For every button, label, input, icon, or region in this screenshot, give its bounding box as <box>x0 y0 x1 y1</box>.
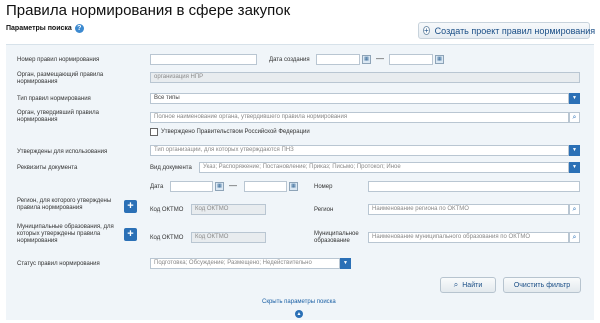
clear-filter-label: Очистить фильтр <box>513 281 571 289</box>
region-label: Регион, для которого утверждены правила … <box>17 198 112 211</box>
rule-type-select[interactable]: Все типы <box>150 93 569 104</box>
calendar-icon[interactable]: ▦ <box>289 182 298 191</box>
calendar-icon[interactable]: ▦ <box>215 182 224 191</box>
doc-type-label: Вид документа <box>150 165 192 171</box>
region-oktmo-input[interactable]: Код ОКТМО <box>191 204 266 215</box>
creation-date-label: Дата создания <box>269 57 310 63</box>
region-name-label: Регион <box>314 207 334 213</box>
add-municipal-button[interactable]: + <box>124 228 137 241</box>
municipal-name-label: Муниципальное образование <box>314 231 359 244</box>
dropdown-arrow-icon[interactable]: ▼ <box>569 93 580 104</box>
creation-date-to[interactable] <box>389 54 433 65</box>
approving-org-label: Орган, утвердивший правила нормирования <box>17 110 99 123</box>
collapse-icon[interactable]: ▲ <box>295 310 303 318</box>
region-name-input[interactable]: Наименование региона по ОКТМО <box>368 204 569 215</box>
find-label: Найти <box>462 281 483 289</box>
municipal-oktmo-input[interactable]: Код ОКТМО <box>191 232 266 243</box>
help-icon[interactable]: ? <box>74 24 84 33</box>
add-region-button[interactable]: + <box>124 200 137 213</box>
municipal-oktmo-label: Код ОКТМО <box>150 235 184 241</box>
find-button[interactable]: ⌕ Найти <box>440 277 496 293</box>
creation-date-from[interactable] <box>316 54 360 65</box>
doc-type-select[interactable]: Указ; Распоряжение; Постановление; Прика… <box>199 162 569 173</box>
placing-org-label: Орган, размещающий правила нормирования <box>17 72 104 85</box>
approving-org-input[interactable]: Полное наименование органа, утвердившего… <box>150 112 569 123</box>
dropdown-arrow-icon[interactable]: ▼ <box>569 145 580 156</box>
clear-filter-button[interactable]: Очистить фильтр <box>503 277 581 293</box>
create-rules-button[interactable]: + Создать проект правил нормирования <box>418 22 595 39</box>
search-params-text: Параметры поиска <box>6 25 72 32</box>
calendar-icon[interactable]: ▦ <box>362 55 371 64</box>
doc-number-label: Номер <box>314 184 333 190</box>
rule-number-input[interactable] <box>150 54 257 65</box>
doc-details-label: Реквизиты документа <box>17 165 78 171</box>
create-rules-label: Создать проект правил нормирования <box>434 25 596 36</box>
page-title: Правила нормирования в сфере закупок <box>6 2 291 19</box>
gov-approved-label: Утверждено Правительством Российской Фед… <box>161 129 310 135</box>
gov-approved-checkbox[interactable] <box>150 128 158 136</box>
municipal-name-input[interactable]: Наименование муниципального образования … <box>368 232 569 243</box>
doc-date-label: Дата <box>150 184 164 190</box>
doc-date-to[interactable] <box>244 181 287 192</box>
calendar-icon[interactable]: ▦ <box>435 55 444 64</box>
rule-type-label: Тип правил нормирования <box>17 96 91 102</box>
region-oktmo-label: Код ОКТМО <box>150 207 184 213</box>
search-icon[interactable]: ⌕ <box>569 204 580 215</box>
doc-number-input[interactable] <box>368 181 580 192</box>
status-label: Статус правил нормирования <box>17 261 100 267</box>
search-params-label: Параметры поиска ? <box>6 24 84 33</box>
hide-search-params-link[interactable]: Скрыть параметры поиска <box>262 299 336 305</box>
dropdown-arrow-icon[interactable]: ▼ <box>340 258 351 269</box>
doc-date-from[interactable] <box>170 181 213 192</box>
search-icon: ⌕ <box>453 280 459 289</box>
dropdown-arrow-icon[interactable]: ▼ <box>569 162 580 173</box>
plus-icon: + <box>423 26 430 35</box>
search-icon[interactable]: ⌕ <box>569 232 580 243</box>
doc-date-dash: — <box>229 181 237 190</box>
approved-for-label: Утверждены для использования <box>17 149 108 155</box>
municipal-label: Муниципальные образования, для которых у… <box>17 224 114 244</box>
status-select[interactable]: Подготовка; Обсуждение; Размещено; Недей… <box>150 258 340 269</box>
search-icon[interactable]: ⌕ <box>569 112 580 123</box>
rule-number-label: Номер правил нормирования <box>17 57 100 63</box>
approved-for-select[interactable]: Тип организации, для которых утверждаютс… <box>150 145 569 156</box>
date-range-dash: — <box>376 54 384 63</box>
placing-org-field: организация НПР <box>150 72 580 83</box>
